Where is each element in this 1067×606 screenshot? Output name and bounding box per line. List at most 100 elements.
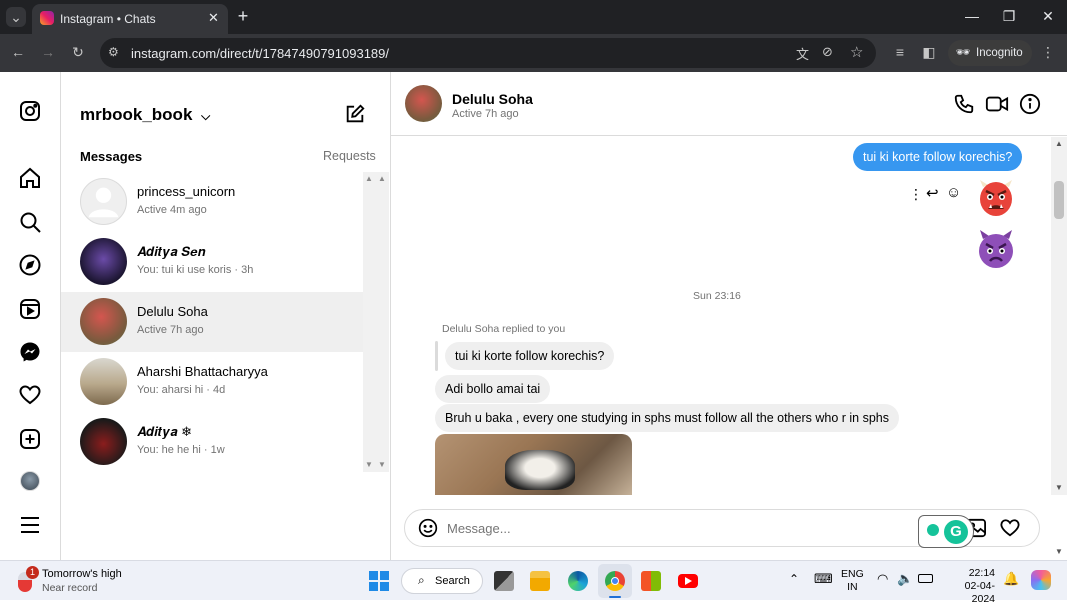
- volume-icon[interactable]: 🔈: [897, 571, 913, 587]
- received-photo-cat[interactable]: [435, 434, 632, 495]
- close-window-icon[interactable]: ✕: [1038, 6, 1058, 26]
- edge-browser-icon[interactable]: [568, 571, 588, 591]
- received-message-bubble[interactable]: Bruh u baka , every one studying in sphs…: [435, 404, 899, 432]
- reading-list-icon[interactable]: ≡: [890, 42, 910, 62]
- forward-arrow-icon[interactable]: →: [38, 42, 58, 62]
- requests-link[interactable]: Requests: [323, 149, 376, 163]
- create-plus-icon[interactable]: [18, 427, 42, 451]
- clock-time: 22:14: [968, 567, 995, 579]
- taskbar-search-box[interactable]: ⌕ Search: [401, 568, 483, 594]
- scroll-down-arrow-icon[interactable]: ▼: [1055, 483, 1063, 492]
- scroll-up-arrow-icon[interactable]: ▲: [365, 174, 373, 183]
- home-icon[interactable]: [18, 166, 42, 190]
- battery-icon[interactable]: [918, 574, 933, 583]
- scroll-down-arrow-icon[interactable]: ▼: [378, 460, 386, 469]
- message-thread: tui ki korte follow korechis? ⋮ ↩ ☺ Sun …: [391, 137, 1051, 495]
- side-panel-icon[interactable]: ◧: [919, 42, 939, 62]
- inbox-scrollbar[interactable]: ▲ ▲ ▼ ▼: [363, 172, 389, 472]
- chrome-active-highlight[interactable]: [598, 564, 632, 598]
- conversation-info-icon[interactable]: [1019, 93, 1041, 115]
- incognito-label: Incognito: [976, 47, 1023, 59]
- chat-contact-status: Active 7h ago: [452, 108, 519, 120]
- restore-icon[interactable]: ❐: [999, 6, 1019, 26]
- explore-compass-icon[interactable]: [18, 253, 42, 277]
- more-menu-icon[interactable]: [18, 513, 42, 537]
- messenger-icon[interactable]: [18, 340, 42, 364]
- tab-list-chevron-icon[interactable]: ⌄: [6, 7, 26, 27]
- bookmark-star-icon[interactable]: ☆: [850, 43, 863, 61]
- angry-devil-emoji-icon[interactable]: [974, 227, 1018, 271]
- back-arrow-icon[interactable]: ←: [8, 42, 28, 62]
- eye-off-icon[interactable]: ⊘: [822, 44, 833, 60]
- scroll-up-arrow-icon[interactable]: ▲: [1055, 139, 1063, 148]
- emoji-picker-icon[interactable]: [418, 518, 438, 538]
- notification-bell-icon[interactable]: 🔔: [1003, 571, 1019, 587]
- reply-arrow-icon[interactable]: ↩: [926, 184, 939, 202]
- show-hidden-icons-chevron-icon[interactable]: ⌃: [789, 572, 799, 586]
- more-options-icon[interactable]: ⋮: [909, 186, 923, 203]
- day-timestamp: Sun 23:16: [693, 290, 741, 302]
- video-call-icon[interactable]: [985, 93, 1009, 115]
- incognito-badge[interactable]: 🕶 Incognito: [948, 40, 1032, 66]
- reload-icon[interactable]: ↻: [68, 42, 88, 62]
- keyboard-icon[interactable]: ⌨: [814, 571, 833, 587]
- conversation-name: 𝑨𝒅𝒊𝒕𝒚𝒂 𝑺𝒆𝒏: [137, 244, 206, 259]
- conversation-item[interactable]: 𝑨𝒅𝒊𝒕𝒚𝒂 𝑺𝒆𝒏 You: tui ki use koris · 3h: [61, 232, 363, 292]
- file-explorer-icon[interactable]: [530, 571, 550, 591]
- microsoft-store-icon[interactable]: [641, 571, 661, 591]
- conversation-preview: You: tui ki use koris · 3h: [137, 264, 254, 276]
- chat-avatar[interactable]: [405, 85, 442, 122]
- chat-contact-name[interactable]: Delulu Soha: [452, 91, 533, 107]
- chat-panel: Delulu Soha Active 7h ago tui ki korte f…: [391, 72, 1067, 560]
- sent-message-bubble[interactable]: tui ki korte follow korechis?: [853, 143, 1023, 171]
- translate-icon[interactable]: 文: [796, 44, 809, 63]
- react-emoji-icon[interactable]: ☺: [946, 184, 961, 201]
- weather-subtitle: Near record: [42, 582, 98, 594]
- reply-context-label: Delulu Soha replied to you: [442, 323, 566, 335]
- conversation-item[interactable]: 𝑨𝒅𝒊𝒕𝒚𝒂 ❄ You: he he hi · 1w: [61, 412, 363, 472]
- search-icon[interactable]: [18, 210, 42, 234]
- weather-widget[interactable]: 1 Tomorrow's high Near record: [16, 566, 156, 596]
- close-tab-icon[interactable]: ✕: [208, 10, 219, 26]
- chat-header: Delulu Soha Active 7h ago: [391, 72, 1067, 136]
- wifi-icon[interactable]: ◠: [877, 571, 888, 587]
- url-text[interactable]: instagram.com/direct/t/17847490791093189…: [131, 46, 389, 61]
- received-message-bubble[interactable]: Adi bollo amai tai: [435, 375, 551, 403]
- reply-quote-bar: [435, 341, 438, 371]
- grammarly-widget[interactable]: G: [918, 515, 974, 548]
- conversation-item-selected[interactable]: Delulu Soha Active 7h ago: [61, 292, 363, 352]
- language-indicator[interactable]: ENG IN: [841, 568, 864, 594]
- scroll-up-arrow-icon[interactable]: ▲: [378, 174, 386, 183]
- clock[interactable]: 22:14 02-04-2024: [943, 567, 995, 606]
- address-bar[interactable]: ⚙ instagram.com/direct/t/178474907910931…: [100, 38, 876, 68]
- instagram-logo-icon[interactable]: [18, 99, 42, 123]
- like-heart-icon[interactable]: [999, 518, 1021, 538]
- youtube-icon[interactable]: [678, 574, 698, 588]
- angry-ogre-emoji-icon[interactable]: [975, 177, 1017, 219]
- browser-menu-icon[interactable]: ⋮: [1038, 42, 1058, 62]
- chevron-down-icon: ⌵: [201, 109, 211, 123]
- copilot-icon[interactable]: [1031, 570, 1051, 590]
- conversation-item[interactable]: princess_unicorn Active 4m ago: [61, 172, 363, 232]
- notifications-heart-icon[interactable]: [18, 383, 42, 407]
- browser-tab-instagram[interactable]: Instagram • Chats ✕: [32, 4, 228, 34]
- conversation-preview: Active 7h ago: [137, 324, 204, 336]
- message-input[interactable]: [447, 519, 867, 537]
- page-scroll-down-icon[interactable]: ▼: [1055, 547, 1063, 556]
- start-windows-icon[interactable]: [369, 571, 389, 591]
- reels-icon[interactable]: [18, 297, 42, 321]
- minimize-icon[interactable]: —: [962, 6, 982, 26]
- scroll-down-arrow-icon[interactable]: ▼: [365, 460, 373, 469]
- site-info-icon[interactable]: ⚙: [108, 45, 119, 59]
- new-tab-plus-icon[interactable]: +: [233, 6, 253, 26]
- quoted-message-bubble[interactable]: tui ki korte follow korechis?: [445, 342, 615, 370]
- account-switcher[interactable]: mrbook_book ⌵: [80, 105, 210, 125]
- chat-scrollbar[interactable]: ▲ ▼: [1051, 137, 1067, 495]
- task-view-icon[interactable]: [494, 571, 514, 591]
- messages-heading: Messages: [80, 149, 143, 164]
- phone-call-icon[interactable]: [953, 93, 975, 115]
- conversation-item[interactable]: Aharshi Bhattacharyya You: aharsi hi · 4…: [61, 352, 363, 412]
- scroll-thumb[interactable]: [1054, 181, 1064, 219]
- profile-avatar[interactable]: [20, 471, 40, 491]
- new-message-compose-icon[interactable]: [344, 103, 366, 125]
